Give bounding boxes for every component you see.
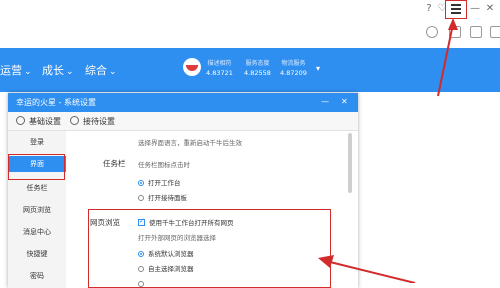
chevron-down-icon[interactable]: ▾ <box>316 64 320 73</box>
sidebar-item-password[interactable]: 密码 <box>8 271 66 281</box>
window-titlebar: ? ♡ — ✕ <box>0 0 500 20</box>
background-page <box>360 93 500 283</box>
language-hint: 选择界面语言，重新启动千牛后生效 <box>138 139 242 147</box>
nav-item-overview[interactable]: 综合 ⌄ <box>85 62 117 78</box>
dialog-title: 幸运的火星 - 系统设置 <box>16 98 96 107</box>
stat-service: 服务态度 4.82558 <box>244 60 271 77</box>
close-icon[interactable]: ✕ <box>341 97 348 106</box>
main-nav-bar: 运营 ⌄ 成长 ⌄ 综合 ⌄ 描述相符 4.83721 服务态度 4.82558 物流服务… <box>0 48 500 92</box>
sidebar-item-browser[interactable]: 网页浏览 <box>8 205 66 215</box>
monitor-icon[interactable] <box>470 26 482 38</box>
taskbar-option-workbench[interactable]: 打开工作台 <box>138 177 181 187</box>
nav-item-growth[interactable]: 成长 ⌄ <box>42 62 74 78</box>
radio-icon[interactable] <box>138 180 144 186</box>
stat-description: 描述相符 4.83721 <box>206 60 233 77</box>
sidebar-item-taskbar[interactable]: 任务栏 <box>8 183 66 193</box>
sidebar-item-login[interactable]: 登录 <box>8 137 66 147</box>
grid-icon[interactable] <box>490 26 500 38</box>
shop-avatar[interactable] <box>183 58 201 76</box>
minimize-icon[interactable]: — <box>469 3 481 15</box>
minimize-icon[interactable]: — <box>321 97 329 106</box>
dialog-tabs: 基础设置 接待设置 <box>8 112 358 131</box>
gear-icon <box>16 116 25 125</box>
browser-highlight-box <box>88 209 331 288</box>
secondary-toolbar <box>0 20 500 48</box>
stat-logistics: 物流服务 4.87209 <box>280 60 307 77</box>
sidebar-item-shortcuts[interactable]: 快捷键 <box>8 249 66 259</box>
nav-item-operations[interactable]: 运营 ⌄ <box>0 62 32 78</box>
dialog-titlebar: 幸运的火星 - 系统设置 — ✕ <box>8 93 358 112</box>
sidebar-highlight-box <box>8 154 65 180</box>
help-icon[interactable]: ? <box>423 3 435 15</box>
menu-highlight-box <box>445 0 467 19</box>
close-icon[interactable]: ✕ <box>484 3 496 15</box>
settings-dialog: 幸运的火星 - 系统设置 — ✕ 基础设置 接待设置 登录 界面 任务栏 网页浏… <box>8 93 358 288</box>
taskbar-hint: 任务栏图标点击时 <box>138 161 190 169</box>
calendar-icon[interactable] <box>449 26 461 38</box>
tab-basic-settings[interactable]: 基础设置 <box>16 116 61 127</box>
radio-icon[interactable] <box>138 195 144 201</box>
scrollbar[interactable] <box>348 133 352 193</box>
taskbar-label: 任务栏 <box>103 159 126 168</box>
taskbar-option-reception[interactable]: 打开接待面板 <box>138 192 187 202</box>
tab-reception-settings[interactable]: 接待设置 <box>70 116 115 127</box>
refresh-icon[interactable] <box>426 26 438 38</box>
sidebar-item-message-center[interactable]: 消息中心 <box>8 227 66 237</box>
chat-icon <box>70 116 79 125</box>
